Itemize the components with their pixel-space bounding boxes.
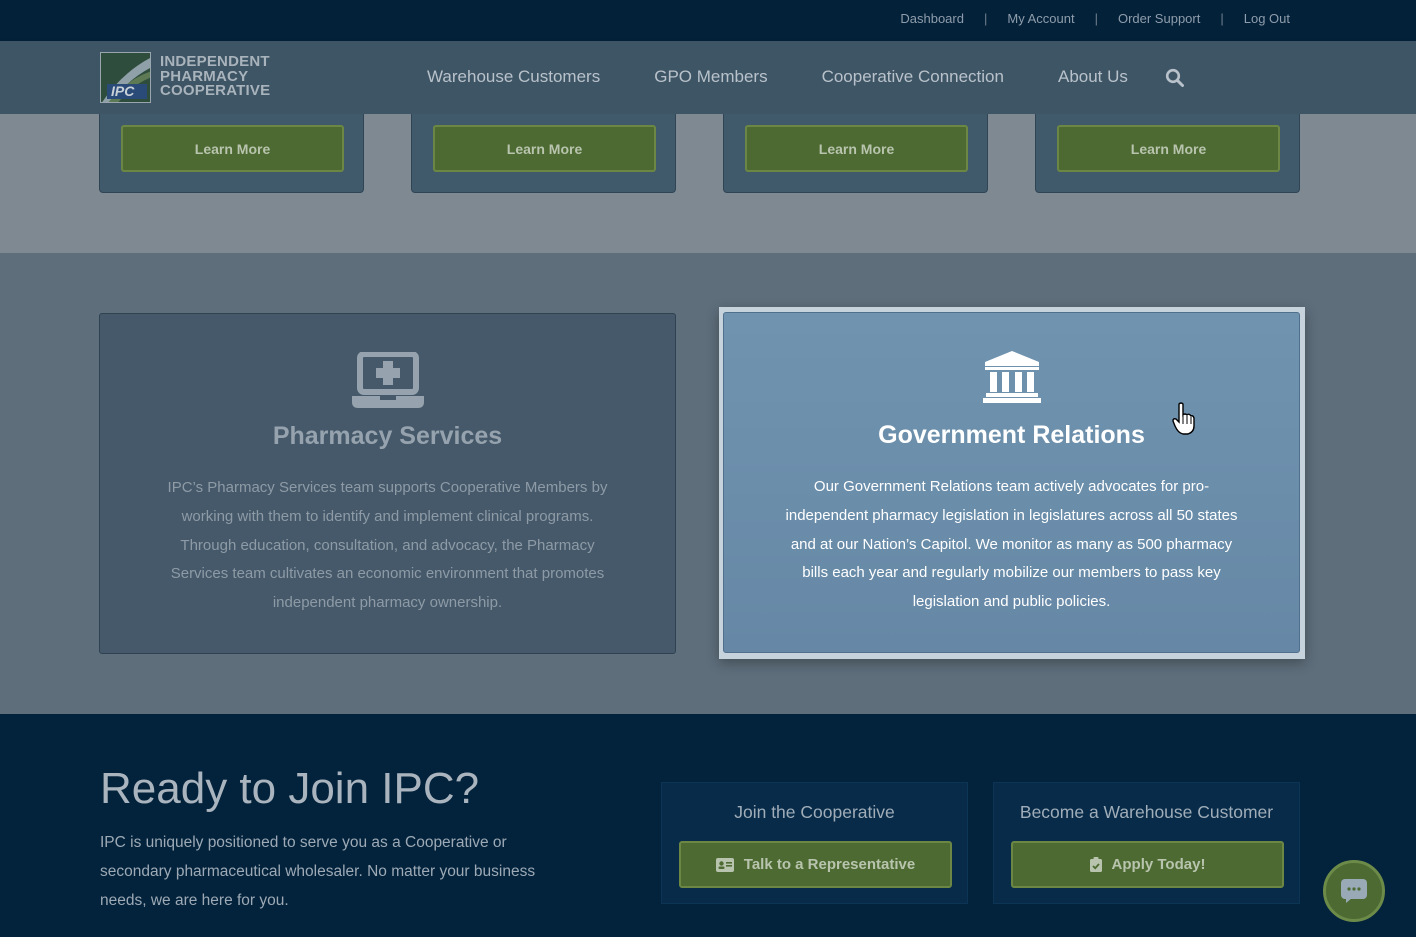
dashboard-link[interactable]: Dashboard [900, 11, 964, 26]
feature-card: Learn More [723, 114, 988, 193]
separator: | [983, 11, 988, 26]
separator: | [1094, 11, 1098, 26]
warehouse-customer-box: Become a Warehouse Customer Apply Today! [993, 782, 1300, 904]
feature-card: Learn More [411, 114, 676, 193]
utility-links: Dashboard | My Account | Order Support |… [900, 11, 1290, 26]
logo-wordmark: INDEPENDENT PHARMACY COOPERATIVE [160, 54, 271, 99]
government-relations-highlight: Government Relations Our Government Rela… [719, 307, 1305, 659]
logo-mark-text: IPC [111, 83, 135, 99]
logo-mark: IPC [100, 52, 151, 103]
services-section: Pharmacy Services IPC’s Pharmacy Service… [0, 253, 1416, 714]
clipboard-check-icon [1089, 857, 1102, 872]
mouse-cursor [1172, 402, 1196, 436]
learn-more-button[interactable]: Learn More [121, 125, 344, 172]
pharmacy-services-title: Pharmacy Services [272, 422, 503, 450]
feature-card: Learn More [99, 114, 364, 193]
pharmacy-services-card[interactable]: Pharmacy Services IPC’s Pharmacy Service… [99, 313, 676, 654]
laptop-medical-icon [100, 352, 675, 410]
separator: | [1220, 11, 1224, 26]
talk-to-representative-label: Talk to a Representative [743, 856, 916, 873]
nav-gpo-members[interactable]: GPO Members [654, 67, 767, 87]
apply-today-button[interactable]: Apply Today! [1011, 841, 1284, 888]
chat-button[interactable] [1323, 860, 1385, 922]
feature-cards-row: Learn More Learn More Learn More Learn M… [0, 114, 1416, 253]
main-nav: IPC INDEPENDENT PHARMACY COOPERATIVE War… [0, 41, 1416, 114]
order-support-link[interactable]: Order Support [1118, 11, 1200, 26]
learn-more-button[interactable]: Learn More [1057, 125, 1280, 172]
nav-cooperative-connection[interactable]: Cooperative Connection [822, 67, 1004, 87]
logo-line-3: COOPERATIVE [160, 82, 271, 99]
landmark-icon [724, 351, 1299, 409]
id-card-icon [715, 857, 734, 872]
government-relations-title: Government Relations [878, 421, 1145, 449]
learn-more-button[interactable]: Learn More [745, 125, 968, 172]
chat-icon [1341, 879, 1367, 903]
cta-description: IPC is uniquely positioned to serve you … [100, 834, 536, 909]
primary-menu: Warehouse Customers GPO Members Cooperat… [427, 67, 1182, 87]
join-cta-section: Ready to Join IPC? IPC is uniquely posit… [0, 714, 1416, 937]
nav-warehouse-customers[interactable]: Warehouse Customers [427, 67, 600, 87]
cta-heading: Ready to Join IPC? [100, 764, 480, 813]
join-cooperative-label: Join the Cooperative [734, 802, 895, 822]
log-out-link[interactable]: Log Out [1244, 11, 1290, 26]
search-icon[interactable] [1165, 68, 1185, 88]
utility-bar: Dashboard | My Account | Order Support |… [0, 0, 1416, 41]
learn-more-button[interactable]: Learn More [433, 125, 656, 172]
feature-card: Learn More [1035, 114, 1300, 193]
talk-to-representative-button[interactable]: Talk to a Representative [679, 841, 952, 888]
government-relations-description: Our Government Relations team actively a… [785, 478, 1238, 611]
government-relations-card[interactable]: Government Relations Our Government Rela… [723, 312, 1300, 653]
apply-today-label: Apply Today! [1111, 856, 1206, 873]
pharmacy-services-description: IPC’s Pharmacy Services team supports Co… [167, 479, 608, 612]
warehouse-customer-label: Become a Warehouse Customer [1019, 802, 1274, 822]
ipc-logo[interactable]: IPC INDEPENDENT PHARMACY COOPERATIVE [100, 52, 280, 104]
nav-about-us[interactable]: About Us [1058, 67, 1128, 87]
my-account-link[interactable]: My Account [1007, 11, 1074, 26]
join-cooperative-box: Join the Cooperative Talk to a Represent… [661, 782, 968, 904]
